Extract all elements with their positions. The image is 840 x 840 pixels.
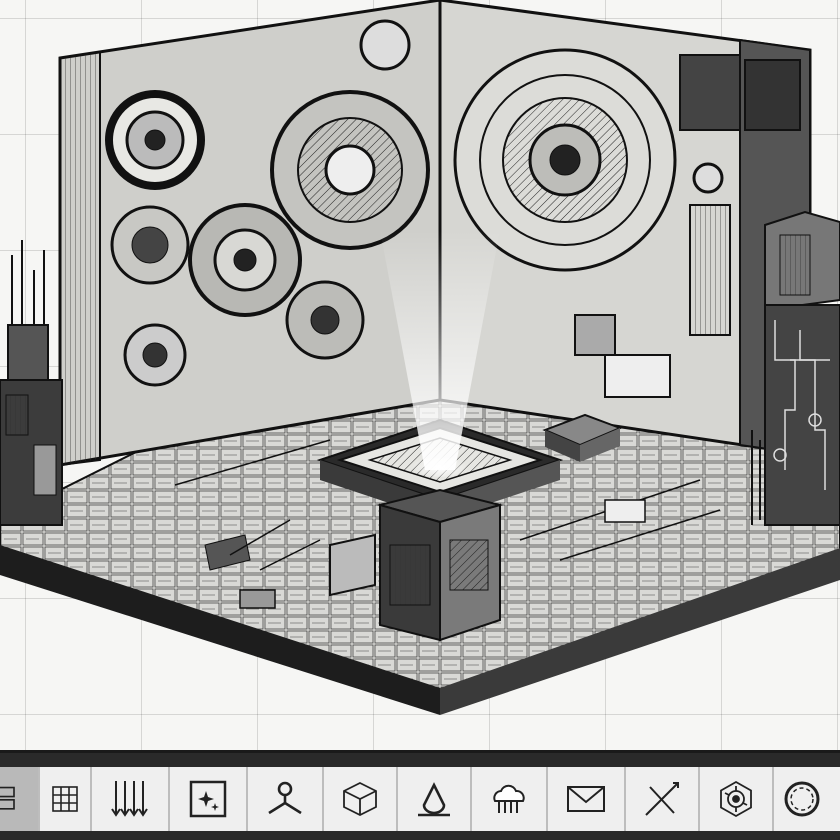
ring-tool-button[interactable]: [774, 767, 830, 831]
cube-tool-button[interactable]: [324, 767, 398, 831]
layers-icon: [0, 786, 15, 810]
node-branch-tool-button[interactable]: [248, 767, 324, 831]
bottom-toolbar: [0, 750, 840, 840]
cloud-icon: [493, 784, 525, 813]
envelope-icon: [567, 786, 605, 812]
gear-hex-icon: [720, 780, 752, 818]
pen-cross-tool-button[interactable]: [626, 767, 700, 831]
frame-sparkle-icon: [189, 780, 227, 818]
cube-icon: [343, 781, 377, 817]
pen-cross-icon: [645, 782, 679, 816]
node-branch-icon: [268, 781, 302, 815]
arrows-down-icon: [111, 781, 148, 817]
frame-sparkle-tool-button[interactable]: [170, 767, 248, 831]
tool-strip: [0, 767, 840, 831]
arrows-down-tool-button[interactable]: [92, 767, 170, 831]
delta-icon: [418, 782, 450, 817]
delta-tool-button[interactable]: [398, 767, 472, 831]
gear-hex-tool-button[interactable]: [700, 767, 774, 831]
cloud-tool-button[interactable]: [472, 767, 548, 831]
isometric-machine-room-illustration: [0, 0, 840, 715]
envelope-tool-button[interactable]: [548, 767, 626, 831]
grid-tool-button[interactable]: [40, 767, 92, 831]
layers-tool-button[interactable]: [0, 767, 40, 831]
ring-icon: [784, 781, 820, 817]
illustration-canvas: [0, 0, 840, 750]
grid-icon: [52, 786, 78, 812]
